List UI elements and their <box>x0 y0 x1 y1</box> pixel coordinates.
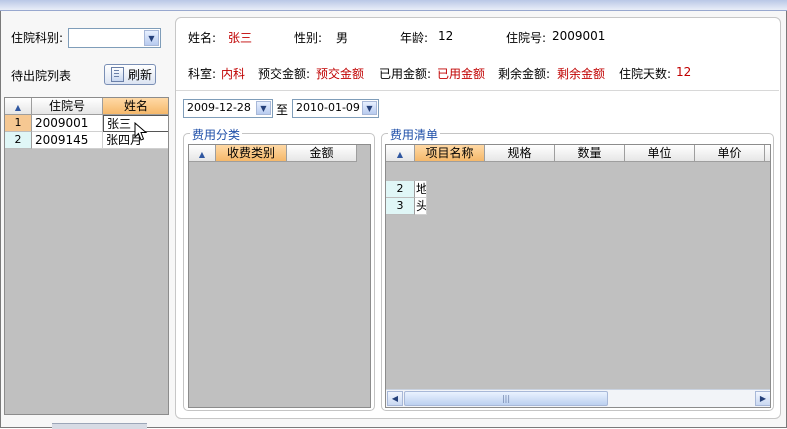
remaining-label: 剩余金额: <box>498 67 551 81</box>
column-header-item-name[interactable]: 项目名称 <box>415 145 485 162</box>
used-label: 已用金额: <box>379 67 432 81</box>
bottom-tab-strip <box>52 423 147 429</box>
used-value: 已用金额 <box>437 67 486 81</box>
name-label: 姓名: <box>188 31 217 45</box>
row-number[interactable]: 2 <box>5 132 32 149</box>
grip-icon: ||| <box>501 394 511 403</box>
row-selector-header[interactable]: ▲ <box>386 145 415 162</box>
title-bar <box>0 0 787 11</box>
row-selector-header[interactable]: ▲ <box>189 145 216 162</box>
gender-value: 男 <box>336 31 349 45</box>
refresh-button-label: 刷新 <box>128 68 153 82</box>
chevron-right-icon: ▶ <box>759 394 767 403</box>
remaining-value: 剩余金额 <box>557 67 606 81</box>
name-value: 张三 <box>228 31 253 45</box>
column-header-amount[interactable]: 金额 <box>287 145 357 162</box>
column-header-admission-no[interactable]: 住院号 <box>32 98 103 115</box>
fee-list-title: 费用清单 <box>388 126 441 143</box>
mouse-cursor-icon <box>134 122 148 141</box>
fee-category-grid[interactable]: ▲ 收费类别 金额 <box>188 144 371 408</box>
column-header-name[interactable]: 姓名 <box>103 98 168 115</box>
table-cell-admission-no[interactable]: 2009145 <box>32 132 103 149</box>
lock-icon: ▲ <box>198 150 206 159</box>
gender-label: 性别: <box>294 31 323 45</box>
row-number[interactable]: 1 <box>5 115 32 132</box>
discharge-list-label: 待出院列表 <box>11 69 72 83</box>
age-value: 12 <box>438 29 454 43</box>
column-header-unit-price[interactable]: 单价 <box>695 145 765 162</box>
admission-no-value: 2009001 <box>552 29 606 43</box>
dept-info-value: 内科 <box>221 67 246 81</box>
fee-category-title: 费用分类 <box>190 126 243 143</box>
info-divider <box>176 90 779 91</box>
column-header-spec[interactable]: 规格 <box>485 145 555 162</box>
table-cell-item-name[interactable]: 地 <box>415 181 427 198</box>
prepaid-label: 预交金额: <box>258 67 311 81</box>
age-label: 年龄: <box>400 31 429 45</box>
discharge-list-grid[interactable]: ▲ 住院号 姓名 1 2009001 张三 2 2009145 张四月 <box>4 97 169 415</box>
refresh-button[interactable]: 刷新 <box>104 64 156 85</box>
dept-info-label: 科室: <box>188 67 217 81</box>
lock-icon: ▲ <box>396 150 404 159</box>
row-selector-header[interactable]: ▲ <box>5 98 32 115</box>
table-cell-admission-no[interactable]: 2009001 <box>32 115 103 132</box>
admission-no-label: 住院号: <box>506 31 547 45</box>
row-number[interactable]: 3 <box>386 198 415 215</box>
date-to-value: 2010-01-09 <box>296 101 360 114</box>
date-from-value: 2009-12-28 <box>187 101 251 114</box>
chevron-down-icon[interactable]: ▼ <box>256 101 271 115</box>
column-header-quantity[interactable]: 数量 <box>555 145 625 162</box>
column-header-filler <box>765 145 770 162</box>
table-cell-item-name[interactable]: 头 <box>415 198 427 215</box>
scroll-thumb[interactable]: ||| <box>404 391 608 406</box>
date-from-picker[interactable]: 2009-12-28 ▼ <box>183 99 273 118</box>
chevron-left-icon: ◀ <box>391 394 399 403</box>
date-range-separator: 至 <box>276 103 289 117</box>
days-label: 住院天数: <box>619 67 672 81</box>
column-header-unit[interactable]: 单位 <box>625 145 695 162</box>
lock-icon: ▲ <box>14 103 22 112</box>
dept-select[interactable]: ▼ <box>68 28 161 48</box>
fee-list-grid[interactable]: ▲ 项目名称 规格 数量 单位 单价 2 地 3 头 ◀ ||| ▶ <box>385 144 771 408</box>
prepaid-value: 预交金额 <box>316 67 365 81</box>
days-value: 12 <box>676 65 692 79</box>
scroll-left-button[interactable]: ◀ <box>387 391 403 406</box>
chevron-down-icon[interactable]: ▼ <box>144 30 159 46</box>
row-number[interactable]: 2 <box>386 181 415 198</box>
chevron-down-icon[interactable]: ▼ <box>362 101 377 115</box>
horizontal-scrollbar[interactable]: ◀ ||| ▶ <box>386 389 770 407</box>
column-header-fee-type[interactable]: 收费类别 <box>216 145 287 162</box>
dept-label: 住院科别: <box>11 31 64 45</box>
refresh-icon <box>111 67 124 82</box>
scroll-right-button[interactable]: ▶ <box>755 391 770 406</box>
date-to-picker[interactable]: 2010-01-09 ▼ <box>292 99 379 118</box>
